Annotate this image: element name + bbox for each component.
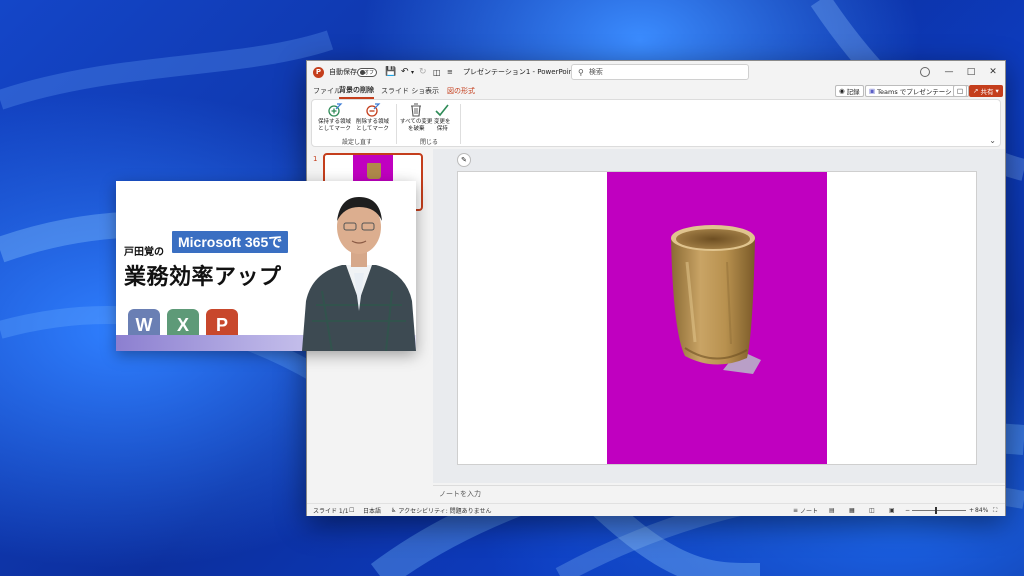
designer-icon[interactable]: ✎ — [457, 153, 471, 167]
customize-toolbar-icon[interactable]: ≡ — [447, 61, 453, 83]
autosave-label: 自動保存 — [329, 68, 357, 76]
fit-slide-icon[interactable]: ⛶ — [993, 504, 997, 517]
search-placeholder: 検索 — [588, 68, 603, 76]
excel-letter: X — [176, 314, 189, 335]
mark-areas-to-remove-button[interactable]: 削除する領域 としてマーク — [356, 102, 389, 133]
notes-input[interactable]: ノートを入力 — [433, 485, 1005, 501]
teams-icon: ▣ — [869, 87, 876, 95]
status-bar: スライド 1/1 ☐ 日本語 ♿ アクセシビリティ: 問題ありません ≡ ノート… — [307, 503, 1005, 516]
tab-file[interactable]: ファイル — [313, 83, 341, 99]
discard-label-2: を破棄 — [407, 126, 425, 132]
notes-toggle[interactable]: ≡ ノート — [793, 504, 818, 517]
notes-icon: ≡ — [793, 507, 799, 514]
teams-present-label: Teams でプレゼンテーション — [877, 88, 965, 96]
accessibility-label: アクセシビリティ: 問題ありません — [398, 508, 492, 515]
record-label: 記録 — [846, 88, 860, 96]
minimize-icon[interactable]: — — [937, 61, 961, 83]
autosave-toggle[interactable]: オフ — [357, 61, 377, 83]
keep-changes-button[interactable]: 変更を 保持 — [434, 102, 451, 133]
undo-dropdown-icon[interactable]: ▾ — [411, 61, 414, 83]
search-input[interactable]: ⚲ 検索 — [571, 64, 749, 80]
undo-icon[interactable]: ↶ — [401, 61, 409, 83]
keep-changes-label-1: 変更を — [434, 119, 451, 125]
notes-label: ノート — [800, 508, 819, 515]
comment-icon: □ — [957, 87, 964, 95]
trash-icon — [411, 103, 422, 117]
present-icon[interactable]: ◫ — [433, 61, 441, 83]
mark-remove-label-1: 削除する領域 — [356, 119, 390, 125]
article-banner: 戸田覚の Microsoft 365で 業務効率アップ W X P — [116, 181, 416, 351]
comments-button[interactable]: □ — [953, 85, 968, 97]
account-avatar-icon[interactable] — [913, 61, 937, 83]
tab-view[interactable]: 表示 — [425, 83, 439, 99]
window-title: プレゼンテーション1 - PowerPoint — [463, 68, 576, 76]
ribbon-panel: 保持する領域 としてマーク 削除する領域 としてマーク 設定し直す すべての変更… — [311, 99, 1001, 147]
accessibility-status[interactable]: ♿ アクセシビリティ: 問題ありません — [391, 504, 491, 517]
word-letter: W — [135, 314, 153, 335]
ribbon-tabs: ファイル 背景の削除 スライド ショー 表示 図の形式 ◉ 記録 ▣ Teams… — [307, 83, 1005, 99]
author-photo — [302, 197, 416, 351]
powerpoint-letter: P — [215, 314, 228, 335]
record-button[interactable]: ◉ 記録 — [835, 85, 864, 97]
zoom-in-icon[interactable]: + — [969, 504, 974, 517]
accessibility-icon: ♿ — [391, 507, 397, 514]
maximize-icon[interactable]: □ — [959, 61, 983, 83]
mark-remove-icon — [365, 103, 380, 117]
mark-keep-label-2: としてマーク — [318, 126, 351, 132]
ribbon-divider — [460, 104, 461, 144]
redo-icon[interactable]: ↻ — [419, 61, 427, 83]
discard-label-1: すべての変更 — [400, 119, 433, 125]
group-label-close: 閉じる — [420, 139, 439, 146]
mark-keep-label-1: 保持する領域 — [318, 119, 352, 125]
tab-background-removal[interactable]: 背景の削除 — [339, 83, 374, 99]
language-status[interactable]: 日本語 — [363, 504, 381, 517]
group-label-refine: 設定し直す — [342, 139, 373, 146]
checkmark-icon — [435, 104, 449, 117]
reading-view-icon[interactable]: ◫ — [869, 504, 875, 517]
powerpoint-icon: P — [313, 61, 324, 83]
autosave-state: オフ — [363, 69, 374, 76]
slide-number: 1 — [313, 155, 318, 163]
thumbnail-cup — [367, 163, 381, 179]
banner-product: Microsoft 365で — [172, 231, 289, 253]
mark-areas-to-keep-button[interactable]: 保持する領域 としてマーク — [318, 102, 351, 133]
normal-view-icon[interactable]: ▤ — [829, 504, 835, 517]
slide-count: スライド 1/1 — [313, 508, 349, 515]
banner-author-prefix: 戸田覚の — [124, 247, 164, 258]
close-icon[interactable]: ✕ — [981, 61, 1005, 83]
ribbon-divider — [396, 104, 397, 144]
mark-keep-icon — [327, 103, 342, 117]
discard-all-changes-button[interactable]: すべての変更 を破棄 — [400, 102, 432, 133]
save-icon[interactable]: 💾 — [385, 61, 396, 83]
banner-headline: 業務効率アップ — [124, 265, 282, 290]
record-icon: ◉ — [839, 87, 845, 95]
zoom-level[interactable]: 84% — [975, 504, 988, 517]
share-button[interactable]: ↗ 共有 ▾ — [969, 85, 1003, 97]
keep-changes-label-2: 保持 — [436, 126, 448, 132]
slide-editor: ✎ — [433, 149, 1005, 483]
chevron-down-icon: ▾ — [995, 87, 999, 95]
slide-sorter-icon[interactable]: ▦ — [849, 504, 855, 517]
collapse-ribbon-icon[interactable]: ⌄ — [989, 136, 996, 145]
share-icon: ↗ — [973, 87, 979, 95]
wooden-cup-image — [671, 225, 761, 374]
tab-picture-format[interactable]: 図の形式 — [447, 83, 475, 99]
search-icon: ⚲ — [578, 67, 584, 77]
zoom-slider-track[interactable] — [912, 510, 966, 511]
spellcheck-icon[interactable]: ☐ — [349, 504, 354, 517]
share-label: 共有 — [980, 88, 994, 96]
title-bar: P 自動保存 オフ 💾 ↶ ▾ ↻ ◫ ≡ プレゼンテーション1 - Power… — [307, 61, 1005, 83]
slideshow-view-icon[interactable]: ▣ — [889, 504, 895, 517]
cup-picture[interactable] — [607, 172, 827, 464]
slide-canvas[interactable] — [457, 171, 977, 465]
mark-remove-label-2: としてマーク — [356, 126, 389, 132]
zoom-slider-thumb[interactable] — [935, 507, 937, 514]
zoom-out-icon[interactable]: − — [905, 504, 910, 517]
